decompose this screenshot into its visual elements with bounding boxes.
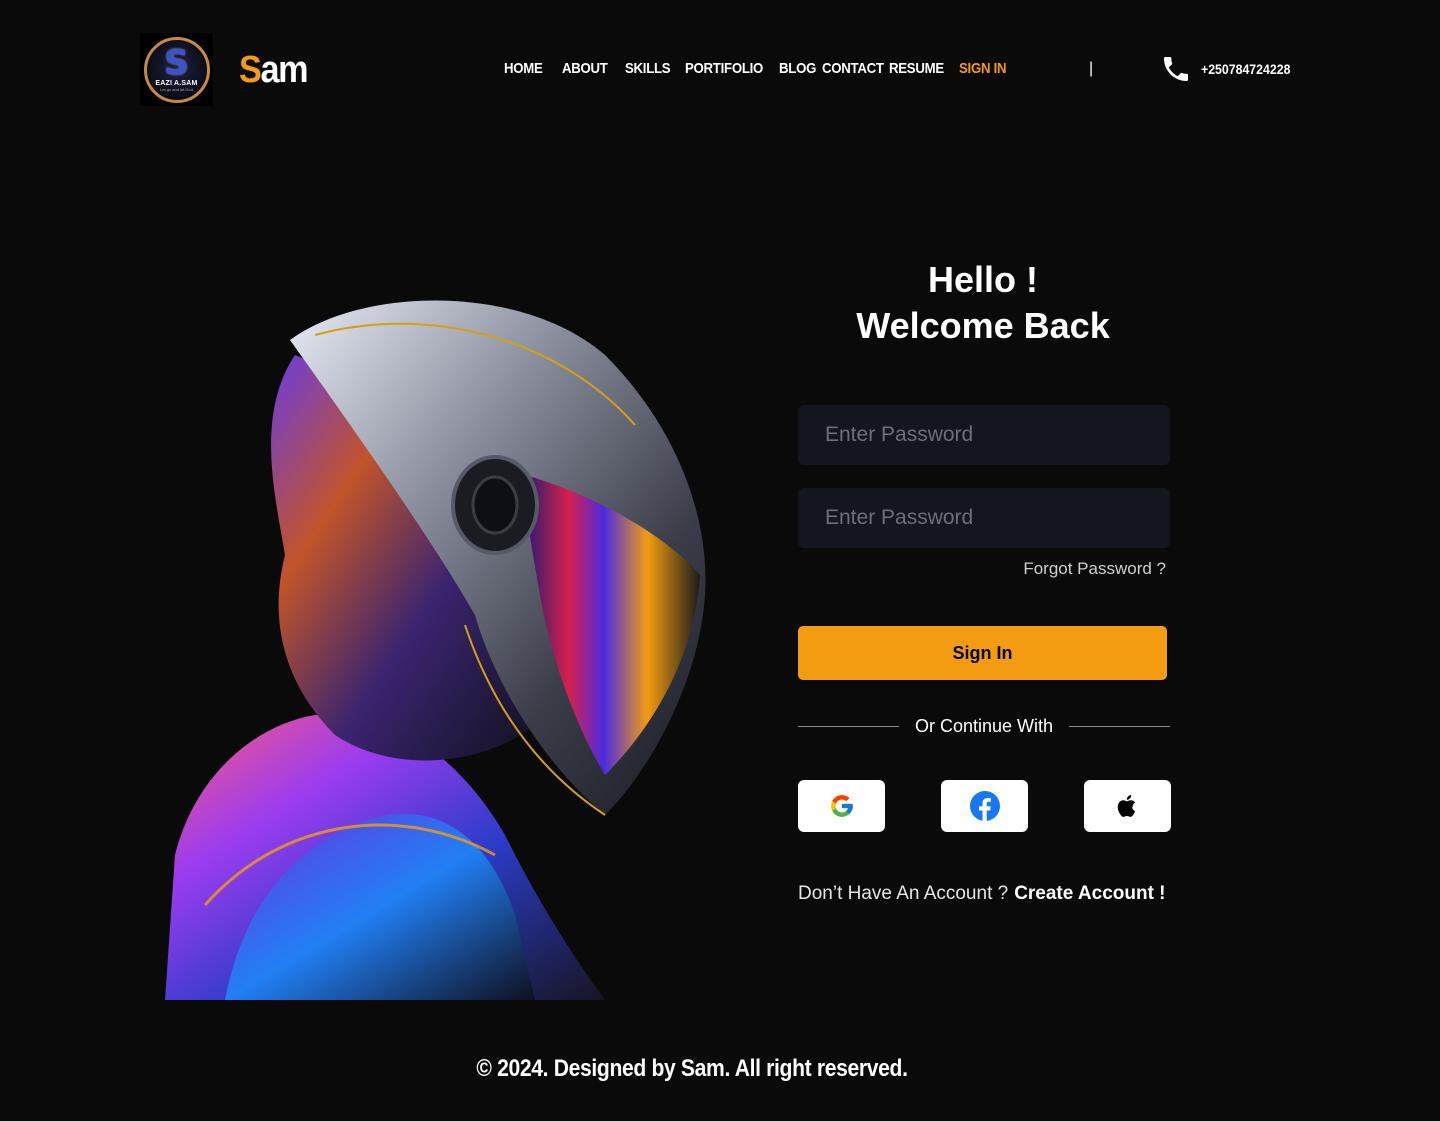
nav-contact[interactable]: CONTACT [822,60,884,77]
greeting-hello: Hello ! [927,259,1038,300]
logo[interactable]: S EAZI A.SAM Let go and let God [140,33,213,106]
divider-line-right [1069,726,1170,727]
nav-resume[interactable]: RESUME [889,60,944,77]
phone-icon[interactable] [1160,53,1192,85]
nav-separator: | [1089,60,1094,77]
google-login-button[interactable] [798,780,885,832]
nav-skills[interactable]: SKILLS [625,60,671,77]
helmet-figure-illustration [165,300,706,1000]
logo-text: EAZI A.SAM [155,80,198,87]
apple-icon [1117,795,1135,817]
logo-tagline: Let go and let God [160,87,193,92]
phone-number[interactable]: +250784724228 [1201,61,1290,77]
brand-rest: am [260,49,308,91]
apple-login-button[interactable] [1084,780,1171,832]
password-field-1[interactable] [798,405,1170,465]
or-continue-with: Or Continue With [914,716,1054,736]
google-icon [830,795,853,817]
greeting-welcome: Welcome Back [856,305,1110,346]
nav-about[interactable]: ABOUT [562,60,608,77]
nav-blog[interactable]: BLOG [779,60,816,77]
nav-sign-in[interactable]: SIGN IN [959,60,1007,77]
forgot-password-link[interactable]: Forgot Password ? [1000,559,1166,579]
signup-question: Don’t Have An Account ? [798,883,1009,904]
facebook-login-button[interactable] [941,780,1028,832]
brand-initial: S [239,49,262,91]
brand-name[interactable]: Sam [239,48,309,92]
nav-portfolio[interactable]: PORTIFOLIO [685,60,763,77]
nav-home[interactable]: HOME [504,60,543,77]
signup-prompt: Don’t Have An Account ? Create Account ! [798,883,1166,905]
logo-letter: S [164,43,189,83]
logo-emblem: S EAZI A.SAM Let go and let God [143,36,210,103]
facebook-icon [969,791,1000,821]
sign-in-button[interactable]: Sign In [798,626,1167,680]
divider-line-left [798,726,899,727]
password-field-2[interactable] [798,488,1170,548]
create-account-link[interactable]: Create Account ! [1014,883,1165,904]
footer-copyright: © 2024. Designed by Sam. All right reser… [476,1055,908,1082]
